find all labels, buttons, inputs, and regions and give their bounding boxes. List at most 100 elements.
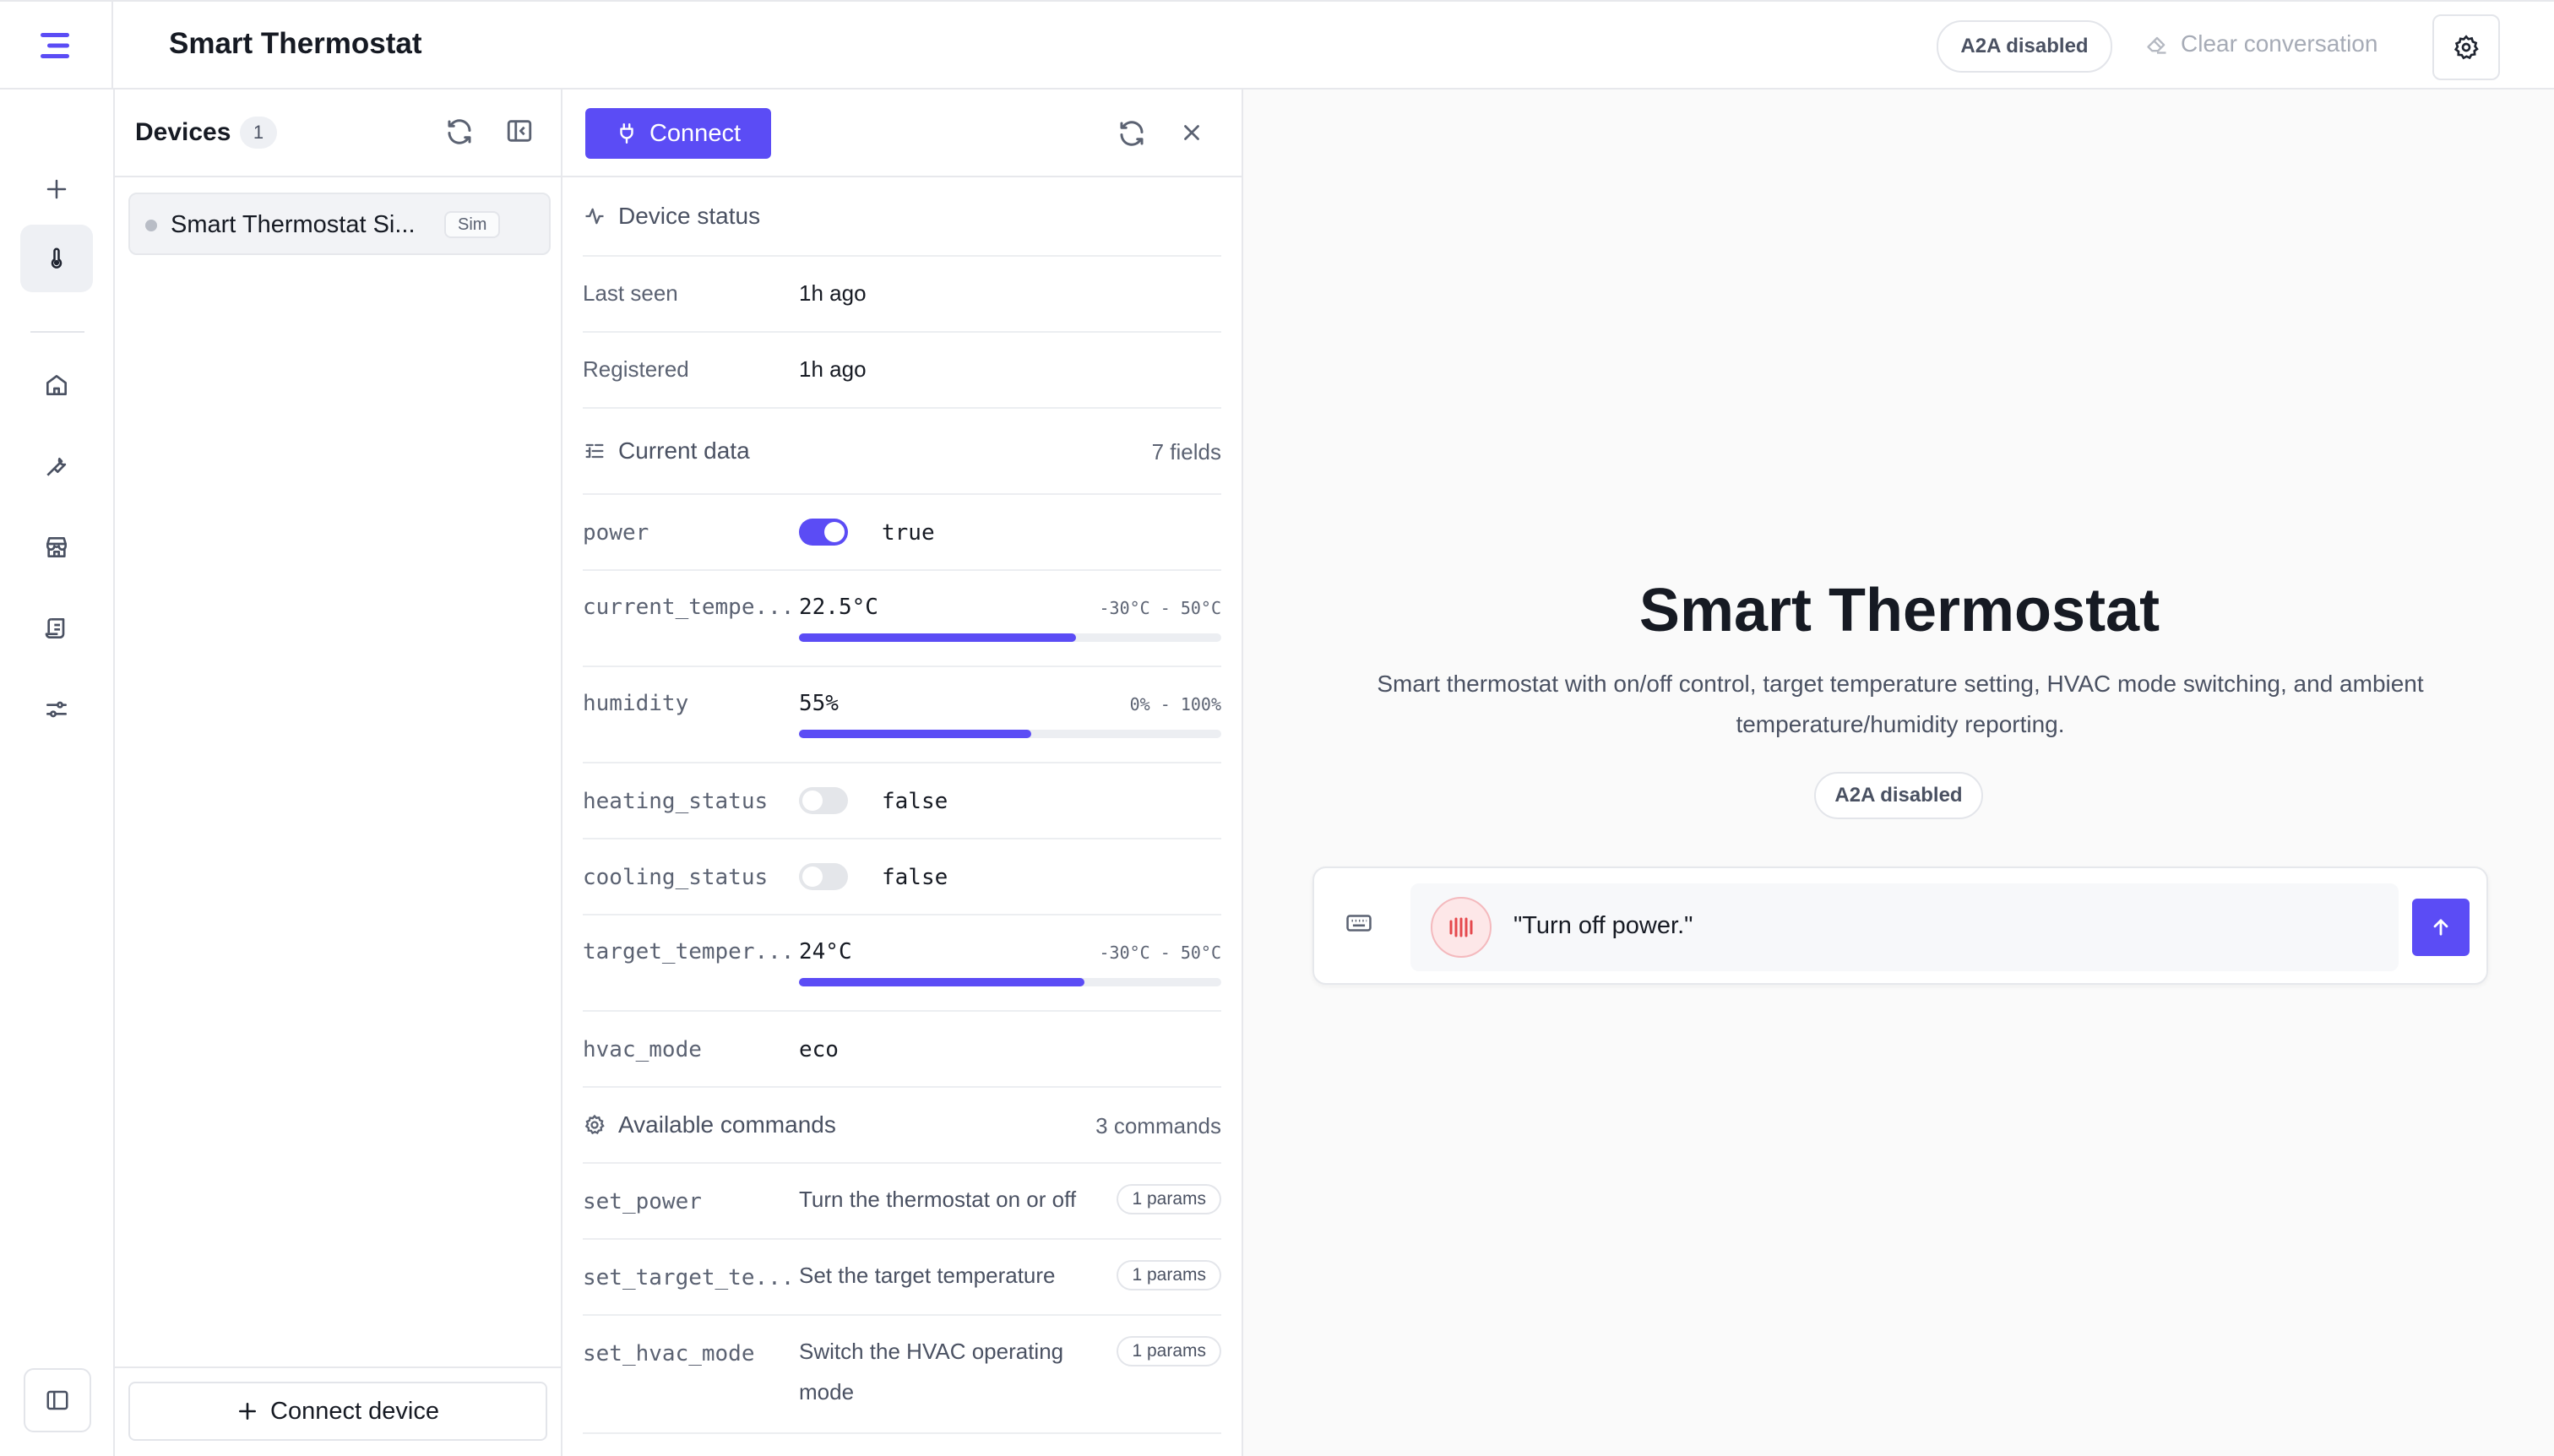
clear-conversation-button[interactable]: Clear conversation bbox=[2145, 30, 2377, 57]
settings-button[interactable] bbox=[2432, 14, 2500, 80]
page-title: Smart Thermostat bbox=[169, 27, 422, 60]
eraser-icon bbox=[2147, 36, 2166, 54]
plus-icon bbox=[46, 179, 67, 199]
refresh-detail-button[interactable] bbox=[1117, 118, 1147, 153]
menu-logo-icon bbox=[41, 33, 69, 58]
target-temperature-value: 24°C bbox=[799, 939, 852, 964]
command-params-badge: 1 params bbox=[1117, 1336, 1221, 1366]
refresh-icon bbox=[448, 119, 471, 144]
toggle-knob bbox=[802, 790, 823, 811]
humidity-row: humidity 55% 0% - 100% bbox=[583, 667, 1221, 763]
keyboard-toggle-button[interactable] bbox=[1345, 909, 1373, 942]
refresh-devices-button[interactable] bbox=[444, 117, 475, 151]
collapse-sidebar-button[interactable] bbox=[24, 1368, 91, 1432]
detail-header: Connect bbox=[562, 90, 1242, 177]
cooling-status-toggle[interactable] bbox=[799, 863, 848, 890]
devices-count-badge: 1 bbox=[240, 117, 277, 149]
refresh-icon bbox=[1120, 121, 1144, 146]
command-name: set_power bbox=[583, 1189, 702, 1214]
command-description: Turn the thermostat on or off bbox=[799, 1187, 1077, 1212]
heating-status-key: heating_status bbox=[583, 789, 769, 814]
devices-header: Devices 1 bbox=[115, 90, 561, 177]
heating-status-value: false bbox=[882, 789, 948, 814]
rail-tools-button[interactable] bbox=[20, 432, 93, 500]
main-title: Smart Thermostat bbox=[1638, 577, 2160, 644]
rail-settings-button[interactable] bbox=[20, 676, 93, 743]
a2a-status-badge: A2A disabled bbox=[1937, 20, 2112, 73]
current-temperature-bar bbox=[799, 633, 1221, 642]
current-data-title: Current data bbox=[618, 437, 750, 464]
send-button[interactable] bbox=[2412, 899, 2470, 956]
sliders-icon bbox=[46, 701, 67, 718]
current-temperature-value: 22.5°C bbox=[799, 595, 878, 620]
activity-icon bbox=[585, 208, 604, 225]
store-icon bbox=[46, 537, 67, 557]
message-composer: "Turn off power." bbox=[1312, 867, 2488, 985]
rail-divider bbox=[30, 331, 84, 333]
power-row: power true bbox=[583, 495, 1221, 571]
nav-rail bbox=[0, 90, 115, 1456]
humidity-key: humidity bbox=[583, 691, 689, 716]
cooling-status-row: cooling_status false bbox=[583, 839, 1221, 915]
hvac-mode-value: eco bbox=[799, 1037, 839, 1062]
heating-status-row: heating_status false bbox=[583, 763, 1221, 839]
command-row-set-power[interactable]: set_power Turn the thermostat on or off … bbox=[583, 1164, 1221, 1240]
rail-home-button[interactable] bbox=[20, 351, 93, 419]
rail-thermostat-button[interactable] bbox=[20, 225, 93, 292]
devices-panel: Devices 1 Smart Thermostat Si... Sim Con… bbox=[115, 90, 562, 1456]
hvac-mode-key: hvac_mode bbox=[583, 1037, 702, 1062]
device-name: Smart Thermostat Si... bbox=[171, 211, 416, 238]
voice-record-button[interactable] bbox=[1431, 897, 1492, 958]
wrench-icon bbox=[46, 458, 67, 476]
heating-status-toggle[interactable] bbox=[799, 787, 848, 814]
last-seen-key: Last seen bbox=[583, 280, 678, 306]
devices-footer-divider bbox=[115, 1366, 561, 1368]
available-commands-section: Available commands 3 commands bbox=[583, 1088, 1221, 1164]
device-list-item[interactable]: Smart Thermostat Si... Sim bbox=[128, 193, 551, 255]
rail-add-button[interactable] bbox=[20, 155, 93, 223]
device-status-title: Device status bbox=[618, 203, 761, 229]
current-temperature-key: current_tempe... bbox=[583, 595, 795, 620]
target-temperature-range: -30°C - 50°C bbox=[1099, 943, 1222, 963]
connect-device-label: Connect device bbox=[270, 1397, 439, 1425]
main-a2a-badge: A2A disabled bbox=[1814, 772, 1983, 819]
connect-label: Connect bbox=[649, 119, 741, 147]
audio-waveform-icon bbox=[1449, 917, 1473, 937]
power-toggle[interactable] bbox=[799, 519, 848, 546]
home-icon bbox=[46, 375, 67, 395]
message-text: "Turn off power." bbox=[1513, 912, 1693, 939]
sidebar-panel-icon bbox=[46, 1390, 68, 1410]
rail-store-button[interactable] bbox=[20, 513, 93, 581]
rail-logs-button[interactable] bbox=[20, 595, 93, 662]
list-tree-icon bbox=[585, 443, 604, 459]
command-name: set_target_te... bbox=[583, 1265, 795, 1290]
message-input[interactable]: "Turn off power." bbox=[1410, 883, 2399, 971]
toggle-knob bbox=[824, 522, 845, 542]
keyboard-icon bbox=[1346, 915, 1372, 932]
top-bar: Smart Thermostat A2A disabled Clear conv… bbox=[0, 0, 2554, 90]
fields-count: 7 fields bbox=[1151, 439, 1221, 465]
command-name: set_hvac_mode bbox=[583, 1341, 755, 1366]
command-row-set-hvac-mode[interactable]: set_hvac_mode Switch the HVAC operating … bbox=[583, 1316, 1221, 1434]
current-temperature-range: -30°C - 50°C bbox=[1099, 598, 1222, 618]
connect-button[interactable]: Connect bbox=[585, 108, 771, 159]
device-status-section: Device status bbox=[583, 177, 1221, 257]
registered-key: Registered bbox=[583, 356, 689, 382]
devices-title: Devices bbox=[135, 118, 231, 146]
target-temperature-fill bbox=[799, 978, 1084, 986]
humidity-range: 0% - 100% bbox=[1129, 694, 1221, 714]
registered-value: 1h ago bbox=[799, 356, 867, 382]
plug-icon bbox=[620, 122, 633, 144]
connect-device-button[interactable]: Connect device bbox=[128, 1382, 547, 1441]
menu-button[interactable] bbox=[0, 2, 113, 90]
close-icon bbox=[1184, 125, 1199, 140]
command-params-badge: 1 params bbox=[1117, 1260, 1221, 1290]
device-detail-panel: Connect Device status Last seen 1h ago R… bbox=[562, 90, 1243, 1456]
last-seen-value: 1h ago bbox=[799, 280, 867, 306]
commands-count: 3 commands bbox=[1095, 1113, 1221, 1138]
collapse-devices-button[interactable] bbox=[505, 117, 534, 149]
close-detail-button[interactable] bbox=[1179, 120, 1204, 149]
last-seen-row: Last seen 1h ago bbox=[583, 257, 1221, 333]
command-row-set-target-temperature[interactable]: set_target_te... Set the target temperat… bbox=[583, 1240, 1221, 1316]
command-description: Set the target temperature bbox=[799, 1263, 1056, 1288]
